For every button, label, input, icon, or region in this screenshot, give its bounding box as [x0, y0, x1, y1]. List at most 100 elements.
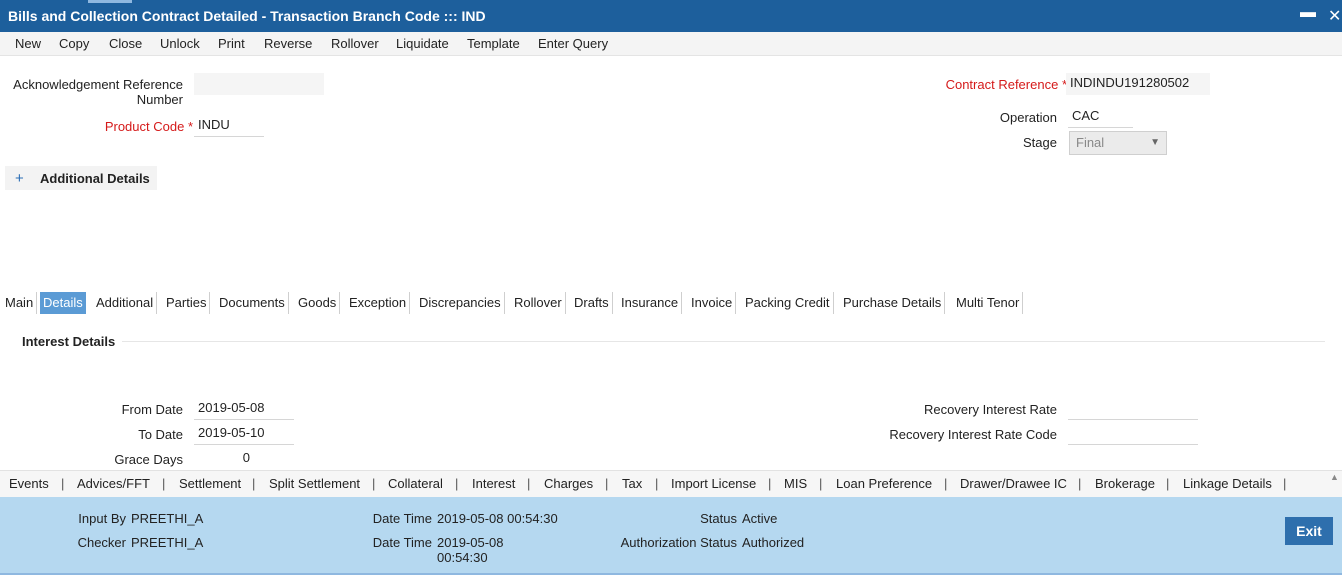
checker-label: Checker: [77, 535, 126, 550]
tab-multi-tenor[interactable]: Multi Tenor: [953, 292, 1024, 314]
link-tax[interactable]: Tax: [622, 476, 642, 491]
contract-ref-label: Contract Reference *: [900, 77, 1067, 92]
toolbar-unlock-button[interactable]: Unlock: [160, 36, 200, 51]
input-by-label: Input By: [78, 511, 126, 526]
tab-parties[interactable]: Parties: [163, 292, 211, 314]
required-star: *: [187, 119, 193, 134]
checker-date-time-label: Date Time: [372, 535, 432, 550]
toolbar-template-button[interactable]: Template: [467, 36, 520, 51]
tab-rollover[interactable]: Rollover: [511, 292, 566, 314]
close-icon[interactable]: ✕: [1328, 6, 1341, 26]
tab-main[interactable]: Main: [2, 292, 38, 314]
ack-ref-label-line2: Number: [136, 92, 183, 107]
link-separator: |: [655, 476, 659, 491]
chevron-down-icon: ▼: [1150, 137, 1160, 148]
to-date-label: To Date: [138, 427, 183, 442]
stage-select-value: Final: [1076, 135, 1105, 150]
grace-days-label: Grace Days: [114, 452, 183, 467]
toolbar-liquidate-button[interactable]: Liquidate: [396, 36, 449, 51]
tab-invoice[interactable]: Invoice: [688, 292, 737, 314]
to-date-input[interactable]: 2019-05-10: [194, 423, 294, 445]
tab-additional[interactable]: Additional: [93, 292, 158, 314]
tab-discrepancies[interactable]: Discrepancies: [416, 292, 505, 314]
section-divider: [122, 341, 1325, 342]
audit-panel: Input By PREETHI_A Checker PREETHI_A Dat…: [0, 497, 1342, 575]
recovery-rate-code-input[interactable]: [1068, 423, 1198, 445]
ack-ref-input[interactable]: [194, 73, 324, 95]
product-code-input[interactable]: INDU: [194, 115, 264, 137]
recovery-rate-label: Recovery Interest Rate: [924, 402, 1057, 417]
titlebar-tab-indicator: [88, 0, 132, 3]
operation-label: Operation: [999, 110, 1057, 125]
link-drawer-drawee-ic[interactable]: Drawer/Drawee IC: [960, 476, 1067, 491]
tab-exception[interactable]: Exception: [346, 292, 411, 314]
link-advices-fft[interactable]: Advices/FFT: [77, 476, 150, 491]
tab-documents[interactable]: Documents: [216, 292, 289, 314]
recovery-rate-code-label: Recovery Interest Rate Code: [889, 427, 1057, 442]
grace-days-input[interactable]: 0: [194, 448, 254, 470]
link-separator: |: [768, 476, 772, 491]
link-import-license[interactable]: Import License: [671, 476, 756, 491]
tab-insurance[interactable]: Insurance: [618, 292, 683, 314]
link-separator: |: [162, 476, 166, 491]
link-separator: |: [1166, 476, 1170, 491]
toolbar-rollover-button[interactable]: Rollover: [331, 36, 379, 51]
toolbar-enter-query-button[interactable]: Enter Query: [538, 36, 608, 51]
link-brokerage[interactable]: Brokerage: [1095, 476, 1155, 491]
link-settlement[interactable]: Settlement: [179, 476, 241, 491]
tab-purchase-details[interactable]: Purchase Details: [840, 292, 946, 314]
interest-details-title: Interest Details: [22, 334, 116, 349]
exit-button[interactable]: Exit: [1285, 517, 1333, 545]
toolbar-copy-button[interactable]: Copy: [59, 36, 89, 51]
tab-packing-credit[interactable]: Packing Credit: [742, 292, 834, 314]
link-separator: |: [944, 476, 948, 491]
link-separator: |: [527, 476, 531, 491]
link-charges[interactable]: Charges: [544, 476, 593, 491]
contract-ref-label-text: Contract Reference: [945, 77, 1059, 92]
subsystem-bar: Events | Advices/FFT | Settlement | Spli…: [0, 470, 1342, 497]
ack-ref-label: Acknowledgement Reference Number: [10, 77, 183, 107]
input-date-time-value: 2019-05-08 00:54:30: [437, 511, 558, 526]
toolbar-new-button[interactable]: New: [15, 36, 41, 51]
tab-drafts[interactable]: Drafts: [571, 292, 613, 314]
from-date-label: From Date: [121, 402, 183, 417]
toolbar: New Copy Close Unlock Print Reverse Roll…: [0, 32, 1342, 56]
tab-details[interactable]: Details: [40, 292, 86, 314]
stage-label: Stage: [1023, 135, 1057, 150]
from-date-input[interactable]: 2019-05-08: [194, 398, 294, 420]
operation-input[interactable]: CAC: [1068, 106, 1133, 128]
toolbar-close-button[interactable]: Close: [109, 36, 142, 51]
link-events[interactable]: Events: [9, 476, 49, 491]
link-linkage-details[interactable]: Linkage Details: [1183, 476, 1272, 491]
minimize-icon[interactable]: ▬: [1300, 4, 1316, 22]
link-mis[interactable]: MIS: [784, 476, 807, 491]
stage-select[interactable]: Final ▼: [1069, 131, 1167, 155]
link-separator: |: [455, 476, 459, 491]
link-collateral[interactable]: Collateral: [388, 476, 443, 491]
scroll-up-icon[interactable]: ▲: [1330, 472, 1339, 482]
link-separator: |: [372, 476, 376, 491]
tab-strip: Main Details Additional Parties Document…: [0, 292, 1342, 316]
link-split-settlement[interactable]: Split Settlement: [269, 476, 360, 491]
tab-goods[interactable]: Goods: [295, 292, 341, 314]
link-interest[interactable]: Interest: [472, 476, 515, 491]
contract-ref-input[interactable]: INDINDU191280502: [1066, 73, 1210, 95]
link-separator: |: [1283, 476, 1287, 491]
input-date-time-label: Date Time: [372, 511, 432, 526]
additional-details-label: Additional Details: [40, 171, 150, 186]
link-loan-preference[interactable]: Loan Preference: [836, 476, 932, 491]
recovery-rate-input[interactable]: [1068, 398, 1198, 420]
toolbar-print-button[interactable]: Print: [218, 36, 245, 51]
status-value: Active: [742, 511, 778, 526]
link-separator: |: [61, 476, 65, 491]
checker-date-time-time: 00:54:30: [437, 550, 488, 565]
additional-details-toggle[interactable]: + Additional Details: [5, 166, 157, 190]
ack-ref-label-line1: Acknowledgement Reference: [13, 77, 183, 92]
checker-value: PREETHI_A: [131, 535, 204, 550]
link-separator: |: [252, 476, 256, 491]
product-code-label: Product Code *: [60, 119, 193, 134]
input-by-value: PREETHI_A: [131, 511, 204, 526]
toolbar-reverse-button[interactable]: Reverse: [264, 36, 312, 51]
product-code-label-text: Product Code: [104, 119, 185, 134]
link-separator: |: [819, 476, 823, 491]
